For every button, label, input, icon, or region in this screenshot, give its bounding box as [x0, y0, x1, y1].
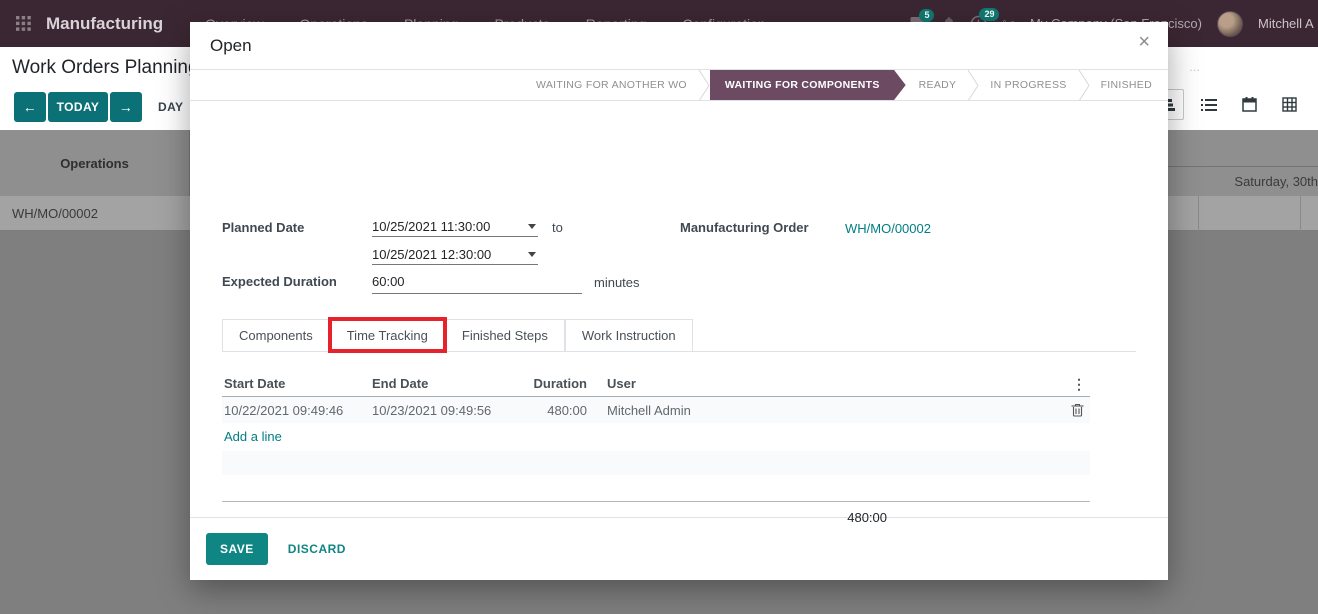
- expected-duration-input[interactable]: 60:00: [372, 273, 582, 294]
- user-avatar[interactable]: [1217, 11, 1243, 37]
- status-waiting-another-wo[interactable]: WAITING FOR ANOTHER WO: [525, 79, 698, 91]
- duration-total: 480:00: [522, 510, 887, 525]
- view-switcher: [1154, 89, 1304, 120]
- statusbar: WAITING FOR ANOTHER WO WAITING FOR COMPO…: [190, 70, 1168, 101]
- optional-columns-icon[interactable]: ⋮: [1072, 377, 1086, 391]
- manufacturing-order-label: Manufacturing Order: [680, 220, 809, 235]
- planned-date-start-input[interactable]: 10/25/2021 11:30:00: [372, 219, 538, 237]
- activities-badge: 29: [979, 8, 999, 21]
- user-name[interactable]: Mitchell A: [1258, 16, 1318, 31]
- close-icon[interactable]: ×: [1138, 32, 1150, 52]
- dialog-header: Open ×: [190, 22, 1168, 70]
- dialog-body: Planned Date 10/25/2021 11:30:00 to 10/2…: [190, 101, 1168, 517]
- table-header-row: Start Date End Date Duration User ⋮: [222, 371, 1090, 397]
- expected-duration-label: Expected Duration: [222, 274, 337, 289]
- add-a-line-link[interactable]: Add a line: [222, 423, 1090, 449]
- status-finished[interactable]: FINISHED: [1090, 79, 1168, 91]
- col-duration[interactable]: Duration: [522, 376, 587, 391]
- gantt-nav-buttons: ← TODAY → DAY: [14, 92, 183, 122]
- search-area[interactable]: ...: [1189, 59, 1200, 74]
- col-user[interactable]: User: [587, 376, 1050, 391]
- to-label: to: [552, 220, 563, 235]
- page-title: Work Orders Planning: [12, 57, 199, 79]
- statusbar-chevron-icon: [1078, 70, 1090, 101]
- apps-grid-icon[interactable]: [0, 16, 46, 31]
- save-button[interactable]: SAVE: [206, 533, 268, 565]
- col-end-date[interactable]: End Date: [372, 376, 522, 391]
- minutes-label: minutes: [594, 275, 640, 290]
- discard-button[interactable]: DISCARD: [288, 542, 346, 556]
- notebook-tabs: Components Time Tracking Finished Steps …: [222, 319, 1136, 352]
- cell-user[interactable]: Mitchell Admin: [587, 403, 1050, 418]
- status-ready[interactable]: READY: [908, 79, 968, 91]
- gantt-operations-header: Operations: [0, 130, 190, 196]
- tab-work-instruction[interactable]: Work Instruction: [565, 319, 693, 352]
- range-day-button[interactable]: DAY: [158, 100, 183, 114]
- gantt-grid-line: [1198, 196, 1199, 231]
- manufacturing-order-link[interactable]: WH/MO/00002: [845, 221, 931, 236]
- tab-components[interactable]: Components: [222, 319, 330, 352]
- total-row: 480:00: [222, 510, 1090, 525]
- calendar-view-icon[interactable]: [1234, 89, 1264, 120]
- delete-row-icon[interactable]: [1071, 403, 1084, 417]
- cell-duration[interactable]: 480:00: [522, 403, 587, 418]
- total-separator: [222, 501, 1090, 502]
- table-row[interactable]: 10/22/2021 09:49:46 10/23/2021 09:49:56 …: [222, 397, 1090, 423]
- empty-table-row: [222, 451, 1090, 475]
- planned-date-end-input[interactable]: 10/25/2021 12:30:00: [372, 247, 538, 265]
- prev-button[interactable]: ←: [14, 92, 46, 122]
- dialog-title: Open: [210, 36, 252, 56]
- expected-duration-value: 60:00: [372, 274, 405, 289]
- datepicker-caret-icon[interactable]: [528, 224, 536, 229]
- gantt-grid-line: [1300, 196, 1301, 231]
- time-tracking-table: Start Date End Date Duration User ⋮ 10/2…: [222, 371, 1090, 525]
- status-waiting-components[interactable]: WAITING FOR COMPONENTS: [710, 70, 906, 101]
- planned-date-start-value: 10/25/2021 11:30:00: [372, 219, 490, 234]
- messages-badge: 5: [919, 9, 934, 22]
- cell-end-date[interactable]: 10/23/2021 09:49:56: [372, 403, 522, 418]
- next-button[interactable]: →: [110, 92, 142, 122]
- list-view-icon[interactable]: [1194, 89, 1224, 120]
- tab-finished-steps[interactable]: Finished Steps: [445, 319, 565, 352]
- statusbar-chevron-icon: [698, 70, 710, 101]
- gantt-date-header: Saturday, 30th: [1168, 166, 1318, 196]
- col-start-date[interactable]: Start Date: [222, 376, 372, 391]
- open-workorder-dialog: Open × WAITING FOR ANOTHER WO WAITING FO…: [190, 22, 1168, 580]
- pivot-view-icon[interactable]: [1274, 89, 1304, 120]
- app-name[interactable]: Manufacturing: [46, 14, 163, 34]
- gantt-row-label: WH/MO/00002: [12, 196, 98, 231]
- today-button[interactable]: TODAY: [48, 92, 108, 122]
- cell-start-date[interactable]: 10/22/2021 09:49:46: [222, 403, 372, 418]
- planned-date-end-value: 10/25/2021 12:30:00: [372, 247, 491, 262]
- planned-date-label: Planned Date: [222, 220, 304, 235]
- statusbar-chevron-icon: [967, 70, 979, 101]
- dialog-footer: SAVE DISCARD: [190, 517, 1168, 580]
- datepicker-caret-icon[interactable]: [528, 252, 536, 257]
- tab-time-tracking[interactable]: Time Tracking: [330, 319, 445, 352]
- status-in-progress[interactable]: IN PROGRESS: [979, 79, 1077, 91]
